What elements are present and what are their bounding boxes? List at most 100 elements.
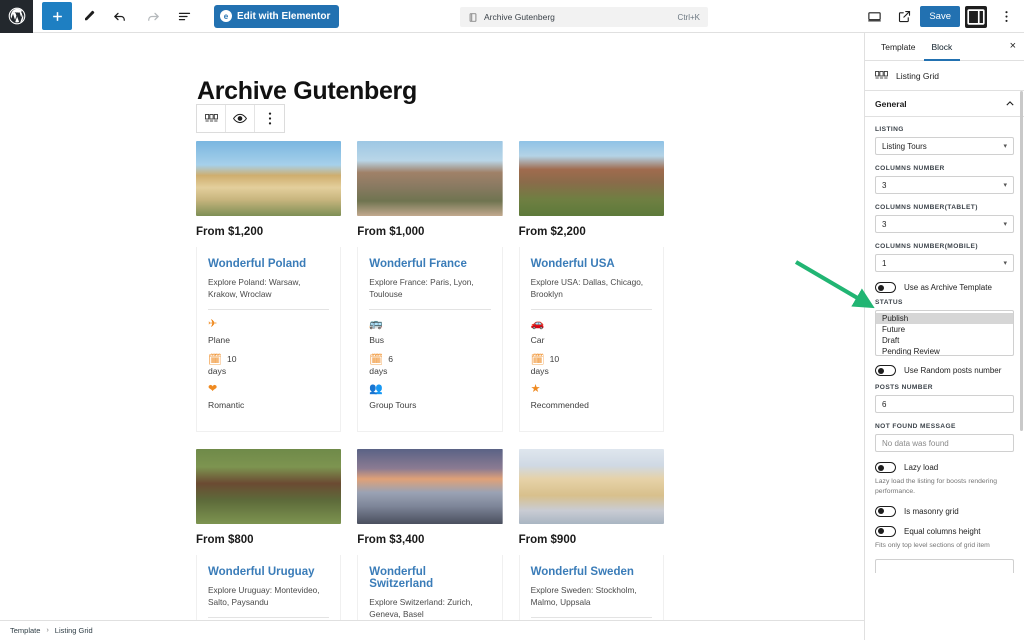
equal-columns-height-label: Equal columns height	[904, 526, 981, 536]
document-icon	[469, 12, 477, 22]
equal-columns-height-help-text: Fits only top level sections of grid ite…	[875, 541, 990, 549]
list-view-icon	[178, 12, 190, 20]
command-palette-bar[interactable]: Archive Gutenberg Ctrl+K	[460, 7, 708, 27]
undo-icon	[113, 12, 125, 21]
command-palette-title: Archive Gutenberg	[484, 12, 555, 22]
wordpress-logo-button[interactable]	[0, 0, 33, 33]
card-title[interactable]: Wonderful Switzerland	[369, 566, 490, 590]
preview-button[interactable]	[226, 105, 255, 132]
pencil-icon	[84, 10, 94, 20]
heart-icon: ❤	[208, 383, 218, 396]
list-item[interactable]: From $800 Wonderful Uruguay Explore Urug…	[196, 449, 357, 640]
card-description: Explore Poland: Warsaw, Krakow, Wroclaw	[208, 277, 330, 310]
columns-number-select[interactable]: 3 ▾	[875, 176, 1014, 194]
list-item[interactable]: From $3,400 Wonderful Switzerland Explor…	[357, 449, 518, 640]
bus-icon: 🚌	[369, 317, 383, 330]
tab-block[interactable]: Block	[924, 33, 961, 61]
card-title[interactable]: Wonderful Poland	[208, 258, 329, 270]
chevron-down-icon: ▾	[1003, 221, 1007, 228]
save-button[interactable]: Save	[920, 6, 960, 27]
breadcrumb-template[interactable]: Template	[10, 626, 40, 635]
columns-number-mobile-select[interactable]: 1 ▾	[875, 254, 1014, 272]
list-item[interactable]: From $1,200 Wonderful Poland Explore Pol…	[196, 141, 357, 433]
selected-block-name: Listing Grid	[896, 70, 939, 81]
add-block-button[interactable]	[42, 2, 72, 30]
columns-number-tablet-select[interactable]: 3 ▾	[875, 215, 1014, 233]
lazy-load-label: Lazy load	[904, 463, 939, 472]
next-field-partial[interactable]	[875, 558, 1014, 573]
tab-template[interactable]: Template	[873, 33, 924, 61]
card-meta-duration: 🗓 10 days	[208, 354, 329, 378]
card-price: From $2,200	[518, 226, 586, 238]
sidebar-scrollbar[interactable]	[1020, 91, 1023, 431]
chevron-down-icon: ▾	[1003, 260, 1007, 267]
lazy-load-toggle-row: Lazy load	[875, 462, 1014, 473]
posts-number-input[interactable]: 6	[875, 395, 1014, 413]
sidebar-settings-body: LISTING Listing Tours ▾ COLUMNS NUMBER 3…	[865, 117, 1024, 573]
view-desktop-button[interactable]	[860, 0, 888, 33]
columns-number-tablet-label: COLUMNS NUMBER(TABLET)	[875, 204, 978, 211]
close-icon[interactable]: ×	[1010, 41, 1016, 52]
kebab-menu-icon	[1004, 11, 1008, 22]
card-body: Wonderful Poland Explore Poland: Warsaw,…	[196, 247, 342, 433]
section-general-header[interactable]: General	[865, 91, 1024, 117]
document-overview-button[interactable]	[168, 0, 200, 33]
columns-number-mobile-label: COLUMNS NUMBER(MOBILE)	[875, 243, 978, 250]
columns-number-mobile-value: 1	[882, 258, 887, 268]
status-option-future[interactable]: Future	[876, 324, 1013, 335]
view-site-button[interactable]	[890, 0, 918, 33]
card-description: Explore France: Paris, Lyon, Toulouse	[369, 277, 491, 310]
use-as-archive-template-toggle[interactable]	[875, 282, 896, 293]
edit-with-elementor-button[interactable]: e Edit with Elementor	[214, 4, 340, 28]
card-tag-label: Recommended	[530, 400, 589, 411]
card-tag-label: Group Tours	[369, 400, 417, 411]
block-options-button[interactable]	[255, 105, 284, 132]
edit-with-elementor-label: Edit with Elementor	[237, 10, 331, 22]
card-image	[196, 141, 342, 216]
breadcrumb-listing-grid[interactable]: Listing Grid	[55, 626, 93, 635]
settings-sidebar-toggle[interactable]	[965, 5, 987, 28]
status-option-pending-review[interactable]: Pending Review	[876, 346, 1013, 355]
status-listbox[interactable]: Publish Future Draft Pending Review Priv…	[875, 310, 1014, 356]
list-item[interactable]: From $2,200 Wonderful USA Explore USA: D…	[518, 141, 680, 433]
redo-button[interactable]	[136, 0, 168, 33]
card-meta-duration: 🗓 6 days	[369, 354, 490, 378]
list-item[interactable]: From $900 Wonderful Sweden Explore Swede…	[518, 449, 680, 640]
edit-mode-button[interactable]	[72, 0, 104, 33]
is-masonry-grid-toggle[interactable]	[875, 505, 896, 517]
card-duration-value: 6	[388, 353, 394, 364]
equal-columns-height-toggle[interactable]	[875, 525, 896, 537]
use-random-posts-number-toggle[interactable]	[875, 365, 896, 376]
more-options-button[interactable]	[992, 0, 1020, 33]
calendar-icon: 🗓	[530, 353, 545, 366]
card-price: From $800	[196, 534, 254, 547]
lazy-load-toggle[interactable]	[875, 462, 896, 473]
card-title[interactable]: Wonderful Uruguay	[208, 566, 329, 578]
card-meta-transport: 🚌 Bus	[369, 318, 490, 348]
card-title[interactable]: Wonderful USA	[531, 258, 652, 270]
card-meta-duration: 🗓 10 days	[531, 354, 652, 378]
card-image	[357, 449, 503, 525]
lazy-load-help-text: Lazy load the listing for boosts renderi…	[875, 478, 998, 495]
sidebar-panel-icon	[967, 8, 985, 25]
use-as-archive-template-label: Use as Archive Template	[904, 283, 992, 292]
card-price: From $900	[518, 534, 577, 547]
listing-select[interactable]: Listing Tours ▾	[875, 137, 1014, 155]
status-option-publish[interactable]: Publish	[876, 313, 1013, 324]
block-type-button[interactable]	[197, 105, 226, 132]
columns-number-value: 3	[882, 180, 887, 190]
list-item[interactable]: From $1,000 Wonderful France Explore Fra…	[357, 141, 518, 433]
not-found-message-input[interactable]: No data was found	[875, 434, 1014, 452]
card-title[interactable]: Wonderful France	[369, 258, 490, 270]
card-title[interactable]: Wonderful Sweden	[531, 566, 652, 578]
undo-button[interactable]	[104, 0, 136, 33]
card-tag-label: Romantic	[208, 400, 245, 411]
status-option-draft[interactable]: Draft	[876, 335, 1013, 346]
editor-canvas: Archive Gutenberg From $1,200 Wonderful …	[0, 33, 864, 640]
command-palette-shortcut: Ctrl+K	[677, 12, 700, 22]
card-transport-label: Bus	[369, 334, 385, 345]
card-meta-tag: ★ Recommended	[531, 383, 652, 413]
plus-icon	[52, 11, 62, 21]
columns-number-label: COLUMNS NUMBER	[875, 165, 945, 172]
card-meta-transport: ✈ Plane	[208, 318, 329, 348]
